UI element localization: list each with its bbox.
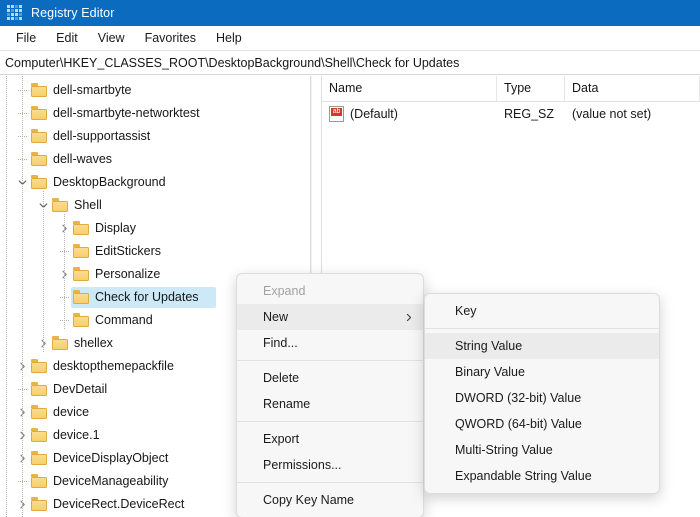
menu-favorites[interactable]: Favorites <box>135 28 206 48</box>
tree-item-label: desktopthemepackfile <box>53 359 174 373</box>
menu-item-new[interactable]: New <box>237 304 423 330</box>
folder-icon <box>31 359 48 373</box>
folder-icon <box>31 382 48 396</box>
tree-item-label: DevDetail <box>53 382 108 396</box>
tree-item-dell-smartbyte[interactable]: dell-smartbyte <box>0 79 310 102</box>
folder-icon <box>31 175 48 189</box>
submenu-item-string-value[interactable]: String Value <box>425 333 659 359</box>
folder-icon <box>31 497 48 511</box>
menu-view[interactable]: View <box>88 28 135 48</box>
menu-separator <box>425 328 659 329</box>
tree-item-dell-waves[interactable]: dell-waves <box>0 148 310 171</box>
submenu-item-dword-32-bit-value[interactable]: DWORD (32-bit) Value <box>425 385 659 411</box>
menu-separator <box>237 482 423 483</box>
address-bar[interactable]: Computer\HKEY_CLASSES_ROOT\DesktopBackgr… <box>0 51 700 75</box>
folder-icon <box>31 474 48 488</box>
submenu-item-key[interactable]: Key <box>425 298 659 324</box>
chevron-right-icon <box>405 304 413 330</box>
submenu-item-expandable-string-value[interactable]: Expandable String Value <box>425 463 659 489</box>
value-type: REG_SZ <box>504 107 555 121</box>
registry-icon <box>7 5 23 21</box>
menu-item-export[interactable]: Export <box>237 426 423 452</box>
window-title: Registry Editor <box>31 6 115 20</box>
values-list[interactable]: ab (Default) REG_SZ (value not set) <box>322 102 700 127</box>
tree-item-shell[interactable]: Shell <box>0 194 310 217</box>
folder-icon <box>73 221 90 235</box>
folder-icon <box>52 198 69 212</box>
submenu-item-qword-64-bit-value[interactable]: QWORD (64-bit) Value <box>425 411 659 437</box>
menu-item-copy-key-name[interactable]: Copy Key Name <box>237 487 423 513</box>
tree-item-label: Personalize <box>95 267 161 281</box>
folder-icon <box>73 313 90 327</box>
folder-icon <box>31 152 48 166</box>
tree-item-dell-smartbyte-networktest[interactable]: dell-smartbyte-networktest <box>0 102 310 125</box>
registry-editor-window: Registry Editor File Edit View Favorites… <box>0 0 700 517</box>
string-value-icon: ab <box>329 106 344 122</box>
tree-item-label: device.1 <box>53 428 100 442</box>
tree-guide-line <box>64 214 65 329</box>
folder-icon <box>52 336 69 350</box>
tree-item-label: dell-smartbyte <box>53 83 132 97</box>
new-submenu[interactable]: Key String Value Binary Value DWORD (32-bit… <box>424 293 660 494</box>
menu-item-delete[interactable]: Delete <box>237 365 423 391</box>
folder-icon <box>31 405 48 419</box>
folder-icon <box>73 267 90 281</box>
tree-item-label: DesktopBackground <box>53 175 166 189</box>
tree-item-label: dell-supportassist <box>53 129 151 143</box>
tree-guide-line <box>6 76 7 517</box>
tree-item-label: Check for Updates <box>95 290 199 304</box>
tree-item-editstickers[interactable]: EditStickers <box>0 240 310 263</box>
submenu-item-multi-string-value[interactable]: Multi-String Value <box>425 437 659 463</box>
menu-file[interactable]: File <box>6 28 46 48</box>
folder-icon <box>73 244 90 258</box>
tree-item-label: dell-waves <box>53 152 113 166</box>
value-row[interactable]: ab (Default) REG_SZ (value not set) <box>322 102 700 127</box>
menu-separator <box>237 421 423 422</box>
value-data: (value not set) <box>572 107 652 121</box>
value-name: (Default) <box>350 107 398 121</box>
tree-item-desktopbackground[interactable]: DesktopBackground <box>0 171 310 194</box>
menu-bar: File Edit View Favorites Help <box>0 26 700 51</box>
tree-item-label: dell-smartbyte-networktest <box>53 106 200 120</box>
tree-item-label: DeviceRect.DeviceRect <box>53 497 185 511</box>
menu-item-find[interactable]: Find... <box>237 330 423 356</box>
submenu-item-binary-value[interactable]: Binary Value <box>425 359 659 385</box>
tree-item-label: shellex <box>74 336 113 350</box>
folder-icon <box>31 106 48 120</box>
tree-guide-line <box>43 191 44 352</box>
title-bar: Registry Editor <box>0 0 700 26</box>
menu-item-expand: Expand <box>263 284 306 298</box>
column-header-type[interactable]: Type <box>497 76 565 101</box>
tree-item-label: DeviceDisplayObject <box>53 451 169 465</box>
column-header-name[interactable]: Name <box>322 76 497 101</box>
tree-item-label: Shell <box>74 198 102 212</box>
tree-item-display[interactable]: Display <box>0 217 310 240</box>
tree-item-label: device <box>53 405 90 419</box>
menu-edit[interactable]: Edit <box>46 28 88 48</box>
menu-help[interactable]: Help <box>206 28 252 48</box>
folder-icon <box>31 83 48 97</box>
values-column-header[interactable]: Name Type Data <box>322 76 700 102</box>
column-header-data[interactable]: Data <box>565 76 700 101</box>
tree-item-dell-supportassist[interactable]: dell-supportassist <box>0 125 310 148</box>
registry-path: Computer\HKEY_CLASSES_ROOT\DesktopBackgr… <box>5 55 460 70</box>
folder-icon <box>31 451 48 465</box>
tree-item-label: EditStickers <box>95 244 161 258</box>
tree-item-label: Display <box>95 221 136 235</box>
menu-separator <box>237 360 423 361</box>
tree-guide-line <box>22 76 23 517</box>
tree-item-label: DeviceManageability <box>53 474 169 488</box>
menu-item-rename[interactable]: Rename <box>237 391 423 417</box>
folder-icon <box>31 129 48 143</box>
menu-item-permissions[interactable]: Permissions... <box>237 452 423 478</box>
tree-item-label: Command <box>95 313 153 327</box>
folder-icon <box>31 428 48 442</box>
folder-icon <box>73 290 90 304</box>
context-menu[interactable]: Expand New Find... Delete Rename Export Permis… <box>236 273 424 517</box>
